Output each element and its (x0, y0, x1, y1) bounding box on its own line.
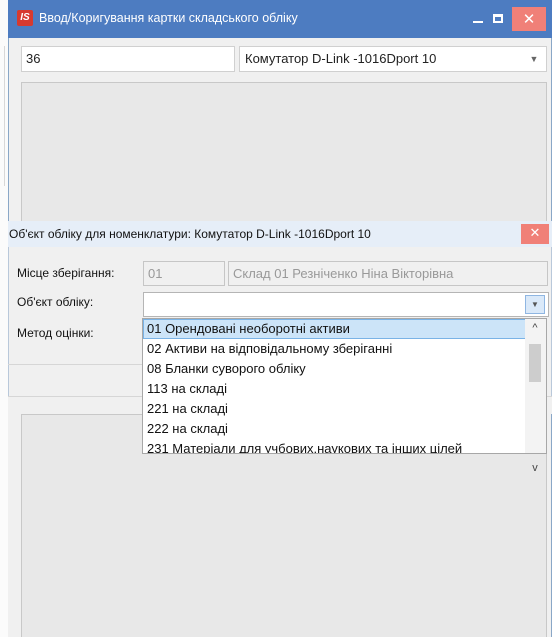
storage-code-field: 01 (143, 261, 225, 286)
background-divider (4, 46, 5, 186)
account-option[interactable]: 222 на складі (143, 419, 527, 439)
dropdown-arrow-icon[interactable]: ▼ (525, 295, 545, 314)
scroll-thumb[interactable] (529, 344, 541, 382)
item-select[interactable]: Комутатор D-Link -1016Dport 10 (239, 46, 547, 72)
account-dropdown-list[interactable]: 01 Орендовані необоротні активи 02 Активи… (142, 318, 547, 454)
account-label: Об'єкт обліку: (17, 295, 94, 309)
dialog-title: Об'єкт обліку для номенклатури: Комутато… (9, 227, 371, 241)
dialog-close-button[interactable]: ✕ (521, 224, 549, 244)
code-input[interactable]: 36 (21, 46, 235, 72)
scroll-down-icon[interactable]: v (527, 460, 543, 476)
account-option[interactable]: 113 на складі (143, 379, 527, 399)
list-scrollbar[interactable] (525, 319, 546, 453)
close-icon: ✕ (529, 226, 541, 241)
account-option[interactable]: 221 на складі (143, 399, 527, 419)
valuation-method-label: Метод оцінки: (17, 326, 94, 340)
close-icon: ✕ (522, 10, 536, 28)
main-window-title: Ввод/Коригування картки складського облі… (39, 11, 298, 25)
main-side-bar (8, 414, 21, 637)
dialog-divider (8, 364, 143, 365)
account-select[interactable] (143, 292, 549, 317)
account-option[interactable]: 01 Орендовані необоротні активи (143, 319, 527, 339)
minimize-icon[interactable] (469, 11, 487, 27)
scroll-up-icon[interactable]: ^ (527, 320, 543, 336)
account-option[interactable]: 231 Матеріали для учбових,наукових та ін… (143, 439, 527, 453)
app-logo-icon: IS (17, 10, 33, 26)
maximize-icon[interactable] (489, 11, 507, 27)
main-content-panel (21, 82, 547, 222)
storage-name-field: Склад 01 Резніченко Ніна Вікторівна (228, 261, 548, 286)
account-option[interactable]: 08 Бланки суворого обліку (143, 359, 527, 379)
main-close-button[interactable]: ✕ (512, 7, 546, 31)
chevron-down-icon[interactable]: ▼ (527, 51, 541, 67)
account-option[interactable]: 02 Активи на відповідальному зберіганні (143, 339, 527, 359)
storage-label: Місце зберігання: (17, 266, 115, 280)
